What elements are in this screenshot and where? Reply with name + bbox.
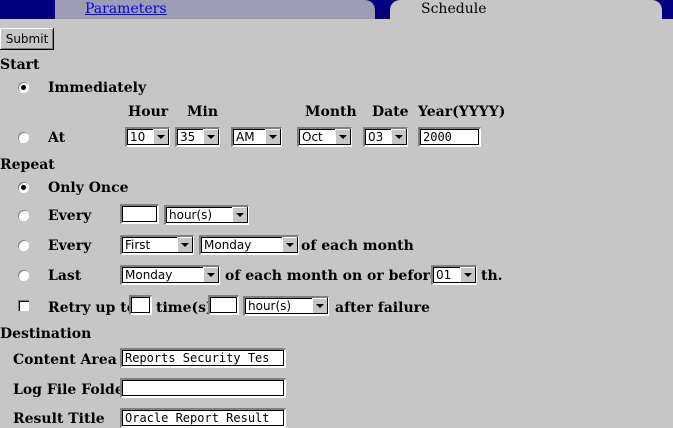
hour-select[interactable]: 10 — [125, 127, 170, 147]
chevron-down-icon — [282, 237, 298, 253]
last-day-select[interactable]: Monday — [120, 265, 220, 285]
chevron-down-icon — [312, 298, 328, 314]
month-select[interactable]: Oct — [297, 127, 352, 147]
every-month-suffix: of each month — [301, 238, 414, 254]
year-input[interactable]: 2000 — [418, 127, 481, 147]
every-month-label: Every — [48, 238, 92, 254]
last-day-select-value: Monday — [125, 268, 173, 282]
every-hours-input[interactable] — [120, 204, 159, 224]
hour-header: Hour — [128, 104, 169, 120]
retry-times-label: time(s) — [156, 300, 213, 316]
repeat-only-once-radio[interactable] — [18, 182, 29, 193]
chevron-down-icon — [177, 237, 193, 253]
log-folder-input[interactable] — [120, 378, 286, 398]
only-once-label: Only Once — [48, 180, 129, 196]
last-date-select-value: 01 — [436, 268, 452, 282]
min-select-value: 35 — [180, 130, 196, 144]
repeat-every-month-radio[interactable] — [18, 240, 29, 251]
date-header: Date — [372, 104, 409, 120]
tab-parameters[interactable]: Parameters — [55, 0, 375, 19]
last-date-select[interactable]: 01 — [431, 265, 477, 285]
tab-parameters-link[interactable]: Parameters — [85, 1, 167, 17]
start-at-radio[interactable] — [18, 132, 29, 143]
chevron-down-icon — [391, 129, 407, 145]
retry-label: Retry up to — [48, 300, 137, 316]
ordinal-select-value: First — [125, 238, 151, 252]
every-hours-unit-select[interactable]: hour(s) — [164, 205, 249, 225]
last-label: Last — [48, 268, 82, 284]
chevron-down-icon — [203, 267, 219, 283]
destination-section-label: Destination — [0, 326, 92, 342]
month-select-value: Oct — [302, 130, 323, 144]
repeat-last-radio[interactable] — [18, 270, 29, 281]
repeat-every-hours-radio[interactable] — [18, 210, 29, 221]
content-area-input[interactable]: Reports Security Tes — [120, 348, 286, 368]
date-select[interactable]: 03 — [363, 127, 408, 147]
retry-unit-select-value: hour(s) — [248, 299, 292, 313]
retry-count-input[interactable] — [129, 295, 152, 315]
every-day-select-value: Monday — [204, 238, 252, 252]
date-select-value: 03 — [368, 130, 384, 144]
chevron-down-icon — [460, 267, 476, 283]
year-header: Year(YYYY) — [418, 104, 506, 120]
tab-schedule[interactable]: Schedule — [390, 0, 662, 20]
chevron-down-icon — [153, 129, 169, 145]
chevron-down-icon — [335, 129, 351, 145]
chevron-down-icon — [232, 207, 248, 223]
ordinal-select[interactable]: First — [120, 235, 194, 255]
ampm-select[interactable]: AM — [231, 127, 282, 147]
result-title-input[interactable]: Oracle Report Result — [120, 408, 286, 428]
start-at-label: At — [48, 130, 66, 146]
last-th-label: th. — [481, 268, 503, 284]
tab-schedule-label: Schedule — [421, 1, 487, 17]
start-immediately-radio[interactable] — [18, 82, 29, 93]
retry-suffix: after failure — [335, 300, 430, 316]
every-hours-label: Every — [48, 208, 92, 224]
tab-divider — [376, 0, 390, 19]
result-title-label: Result Title — [13, 411, 105, 427]
retry-unit-select[interactable]: hour(s) — [243, 296, 329, 316]
min-header: Min — [187, 104, 218, 120]
every-day-select[interactable]: Monday — [199, 235, 299, 255]
every-hours-unit-value: hour(s) — [169, 208, 213, 222]
log-folder-label: Log File Folder — [13, 382, 132, 398]
start-immediately-label: Immediately — [48, 80, 147, 96]
chevron-down-icon — [203, 129, 219, 145]
min-select[interactable]: 35 — [175, 127, 220, 147]
hour-select-value: 10 — [130, 130, 146, 144]
repeat-section-label: Repeat — [0, 157, 55, 173]
content-area-label: Content Area — [13, 352, 117, 368]
month-header: Month — [305, 104, 357, 120]
submit-button[interactable]: Submit — [0, 28, 54, 50]
chevron-down-icon — [265, 129, 281, 145]
start-section-label: Start — [0, 57, 40, 73]
retry-interval-input[interactable] — [208, 295, 239, 315]
retry-checkbox[interactable] — [18, 300, 29, 311]
ampm-select-value: AM — [236, 130, 255, 144]
